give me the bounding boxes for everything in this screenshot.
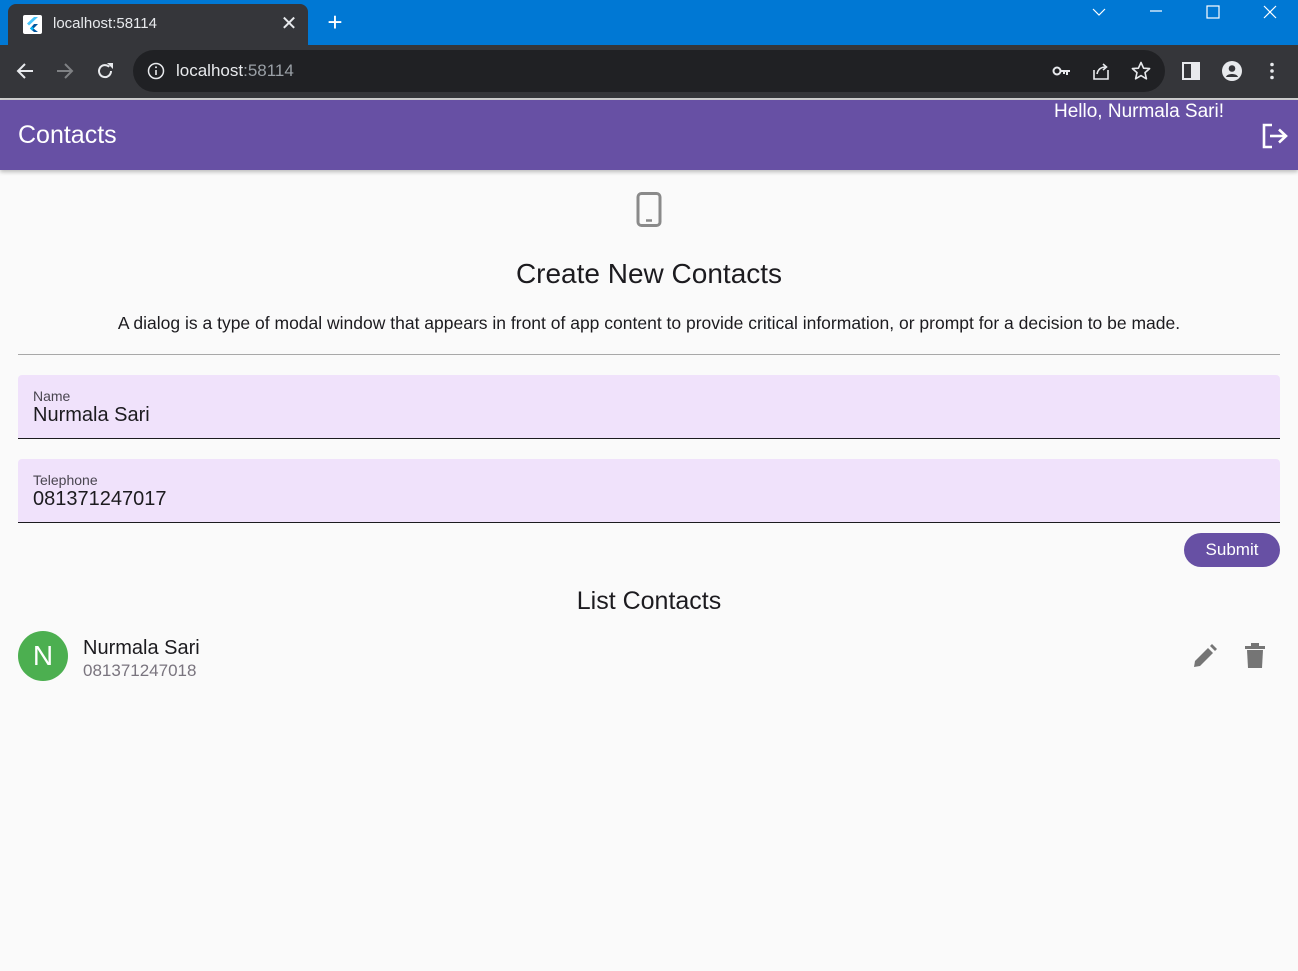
- list-item[interactable]: N Nurmala Sari 081371247018: [0, 628, 1298, 686]
- form-description: A dialog is a type of modal window that …: [117, 313, 1181, 333]
- arrow-left-icon: [16, 63, 33, 79]
- browser-tab[interactable]: localhost:58114 ✕: [8, 4, 308, 45]
- profile-icon: [1222, 61, 1242, 81]
- form-title: Create New Contacts: [515, 258, 783, 289]
- avatar: N: [18, 631, 68, 681]
- share-icon[interactable]: [1091, 61, 1111, 81]
- tab-search-button[interactable]: [1076, 0, 1122, 25]
- user-greeting: Hello, Nurmala Sari!: [1054, 101, 1224, 122]
- maximize-icon: [1206, 5, 1220, 19]
- contact-name: Nurmala Sari: [83, 637, 200, 659]
- profile-button[interactable]: [1219, 58, 1245, 84]
- minimize-button[interactable]: [1133, 0, 1179, 25]
- pencil-icon: [1194, 644, 1217, 667]
- logout-button[interactable]: [1260, 122, 1290, 150]
- maximize-button[interactable]: [1190, 0, 1236, 25]
- side-panel-icon: [1182, 62, 1200, 80]
- telephone-input[interactable]: [33, 488, 1263, 511]
- list-title: List Contacts: [576, 587, 722, 615]
- telephone-field[interactable]: Telephone: [18, 459, 1280, 523]
- star-icon[interactable]: [1131, 61, 1151, 81]
- url-host: localhost: [176, 61, 244, 80]
- close-window-button[interactable]: [1247, 0, 1293, 25]
- forward-button[interactable]: [52, 58, 78, 84]
- info-icon[interactable]: [147, 62, 165, 80]
- url-text[interactable]: localhost:58114: [176, 61, 294, 81]
- browser-titlebar: localhost:58114 ✕ +: [0, 0, 1298, 45]
- back-button[interactable]: [12, 58, 38, 84]
- browser-menu-button[interactable]: [1259, 58, 1285, 84]
- reload-button[interactable]: [92, 58, 118, 84]
- tab-title: localhost:58114: [53, 15, 157, 32]
- browser-toolbar: localhost:58114: [0, 45, 1298, 98]
- edit-button[interactable]: [1192, 643, 1218, 669]
- url-port: :58114: [243, 61, 294, 80]
- more-vertical-icon: [1270, 62, 1274, 80]
- new-tab-button[interactable]: +: [322, 9, 348, 35]
- delete-button[interactable]: [1243, 642, 1267, 670]
- contact-phone: 081371247018: [83, 661, 197, 680]
- flutter-icon: [23, 15, 42, 34]
- name-field[interactable]: Name: [18, 375, 1280, 439]
- app-bar: Contacts Hello, Nurmala Sari!: [0, 100, 1298, 170]
- arrow-right-icon: [57, 63, 74, 79]
- logout-icon: [1262, 123, 1288, 149]
- divider: [18, 354, 1280, 355]
- name-input[interactable]: [33, 404, 1263, 427]
- smartphone-icon: [636, 192, 662, 227]
- tab-close-icon[interactable]: ✕: [278, 13, 300, 35]
- trash-icon: [1245, 643, 1265, 668]
- app-title: Contacts: [18, 121, 117, 149]
- key-icon[interactable]: [1051, 61, 1071, 81]
- close-icon: [1263, 5, 1277, 19]
- submit-button[interactable]: Submit: [1184, 533, 1280, 567]
- side-panel-button[interactable]: [1178, 58, 1204, 84]
- name-field-label: Name: [33, 388, 71, 404]
- chevron-down-icon: [1092, 8, 1106, 16]
- minimize-icon: [1150, 10, 1162, 12]
- telephone-field-label: Telephone: [33, 472, 98, 488]
- reload-icon: [98, 63, 113, 79]
- address-bar[interactable]: localhost:58114: [133, 50, 1165, 92]
